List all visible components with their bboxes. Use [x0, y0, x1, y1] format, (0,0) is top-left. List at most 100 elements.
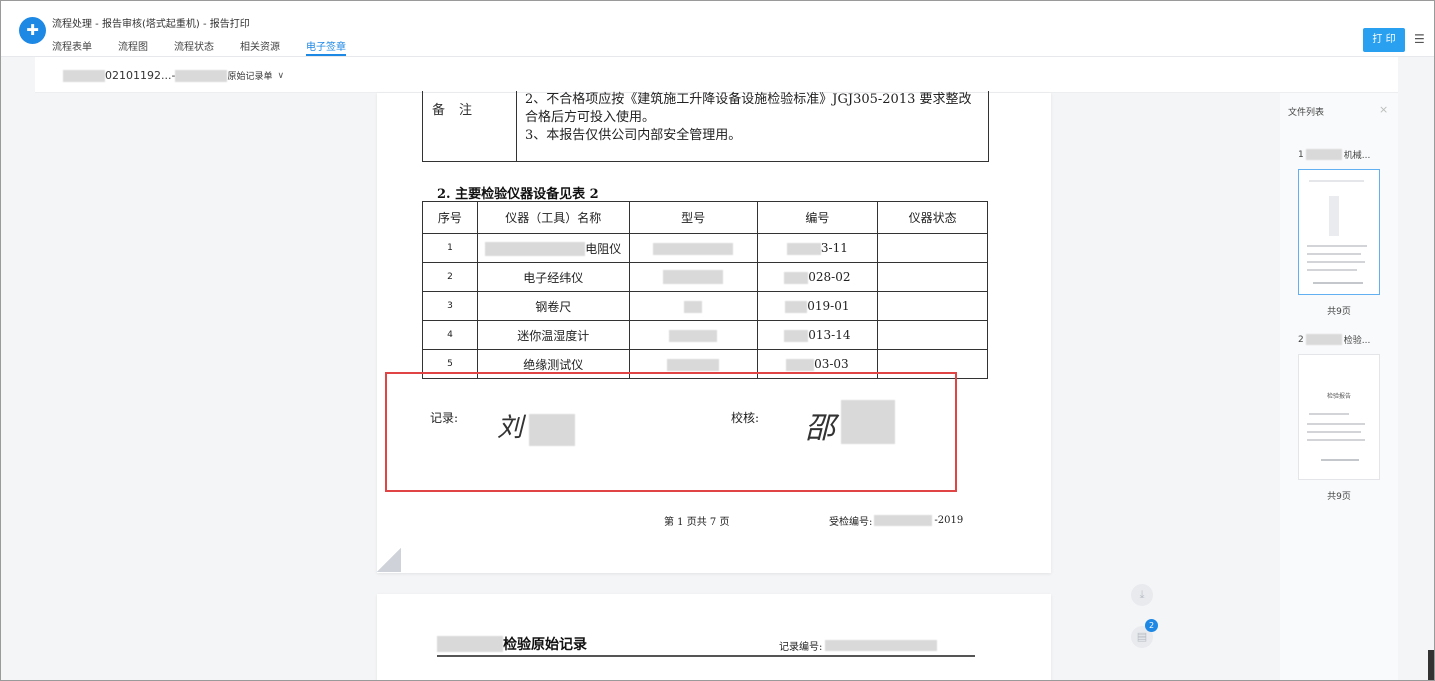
- print-button[interactable]: 打 印: [1363, 28, 1405, 52]
- redacted-text: [669, 329, 718, 342]
- redacted-signature: [841, 400, 895, 444]
- cell-model: [628, 262, 758, 292]
- close-icon[interactable]: ×: [1379, 103, 1388, 116]
- app-header: ✚ 流程处理 - 报告审核(塔式起重机) - 报告打印 流程表单 流程图 流程状…: [0, 0, 1435, 57]
- cell-name: 钢卷尺: [476, 291, 630, 321]
- file-name-prefix: 2: [1298, 334, 1304, 345]
- column-header: 序号: [422, 201, 478, 234]
- redacted-text: [1305, 334, 1342, 345]
- table-row: 3 钢卷尺 019-01: [422, 291, 988, 321]
- column-header: 仪器（工具）名称: [476, 201, 630, 234]
- thumb-line: [1307, 423, 1365, 425]
- redacted-signature: [529, 414, 575, 446]
- thumb-line: [1329, 196, 1339, 236]
- cell-code-text: 019-01: [807, 299, 850, 313]
- thumb-line: [1309, 413, 1349, 415]
- tab-bar: 流程表单 流程图 流程状态 相关资源 电子签章: [52, 38, 372, 56]
- page2-record-label: 记录编号:: [779, 642, 823, 653]
- cell-status: [877, 262, 988, 292]
- list-menu-icon[interactable]: ☰: [1414, 32, 1426, 46]
- document-page-2: 检验原始记录 记录编号:: [377, 594, 1051, 681]
- cell-code-text: 028-02: [808, 270, 851, 284]
- redacted-text: [175, 69, 228, 82]
- page2-header-rule: [437, 655, 975, 657]
- section-title: 2. 主要检验仪器设备见表 2: [437, 187, 599, 202]
- thumb-line: [1307, 269, 1357, 271]
- thumb-line: [1307, 261, 1365, 263]
- file-page-count: 共9页: [1327, 307, 1351, 317]
- cell-name-text: 电阻仪: [585, 241, 622, 256]
- document-selector[interactable]: 02101192... - 原始记录单 ∨: [63, 69, 284, 82]
- table-row: 1 电阻仪 3-11: [422, 233, 988, 263]
- thumb-line: [1307, 245, 1367, 247]
- file-item-name[interactable]: 2 检验...: [1298, 333, 1370, 346]
- file-page-count: 共9页: [1327, 492, 1351, 502]
- file-name-suffix: 检验...: [1343, 336, 1371, 346]
- cell-name: 迷你温湿度计: [476, 320, 630, 350]
- cell-model: [628, 320, 758, 350]
- remarks-line: 3、本报告仅供公司内部安全管理用。: [525, 128, 742, 143]
- download-icon[interactable]: ⤓: [1131, 584, 1153, 606]
- cell-code: 028-02: [756, 262, 879, 292]
- tab-process-status[interactable]: 流程状态: [174, 38, 214, 56]
- redacted-text: [63, 69, 105, 82]
- thumb-line: [1307, 431, 1361, 433]
- cell-status: [877, 233, 988, 263]
- thumb-line: [1307, 439, 1365, 441]
- cell-seq: 1: [422, 233, 478, 263]
- column-header: 型号: [628, 201, 758, 234]
- page2-title: 检验原始记录: [437, 634, 587, 654]
- cell-seq: 2: [422, 262, 478, 292]
- cell-name: 电阻仪: [476, 233, 630, 263]
- thumb-line: [1321, 459, 1359, 461]
- tab-e-signature[interactable]: 电子签章: [306, 38, 346, 56]
- cell-code-text: 013-14: [808, 328, 851, 342]
- redacted-text: [663, 270, 724, 285]
- thumb-line: [1313, 282, 1363, 284]
- cell-name: 电子经纬仪: [476, 262, 630, 292]
- redacted-text: [786, 358, 815, 371]
- cell-model: [628, 291, 758, 321]
- inspection-number: 受检编号: -2019: [829, 513, 963, 528]
- remarks-text: 2、不合格项应按《建筑施工升降设备设施检验标准》JGJ305-2013 要求整改…: [525, 91, 972, 145]
- redacted-text: [1305, 149, 1342, 160]
- file-thumbnail[interactable]: 检验报告: [1298, 354, 1380, 480]
- file-thumbnail[interactable]: [1298, 169, 1380, 295]
- thumb-line: [1309, 180, 1364, 182]
- file-list-title: 文件列表: [1288, 108, 1325, 118]
- checker-signature: 邵: [805, 411, 835, 446]
- tab-process-diagram[interactable]: 流程图: [118, 38, 148, 56]
- tab-related-resources[interactable]: 相关资源: [240, 38, 280, 56]
- inspection-number-suffix: -2019: [934, 515, 964, 526]
- redacted-text: [874, 515, 933, 526]
- app-logo-icon: ✚: [19, 17, 46, 44]
- cell-status: [877, 320, 988, 350]
- inspection-number-label: 受检编号:: [829, 517, 873, 528]
- record-label: 记录:: [430, 411, 459, 425]
- tab-process-form[interactable]: 流程表单: [52, 38, 92, 56]
- column-header: 仪器状态: [877, 201, 988, 234]
- remarks-box: 备注 2、不合格项应按《建筑施工升降设备设施检验标准》JGJ305-2013 要…: [422, 91, 989, 162]
- redacted-text: [667, 358, 720, 371]
- file-list-panel: 文件列表 × 1 机械... 共9页 2 检验... 检验报告 共9页: [1280, 93, 1398, 681]
- table-header-row: 序号 仪器（工具）名称 型号 编号 仪器状态: [422, 201, 988, 234]
- cell-seq: 4: [422, 320, 478, 350]
- remarks-line: 2、不合格项应按《建筑施工升降设备设施检验标准》JGJ305-2013 要求整改: [525, 92, 972, 107]
- cell-code-text: 3-11: [820, 241, 848, 255]
- page2-record-number: 记录编号:: [779, 638, 938, 653]
- scrollbar-thumb[interactable]: [1428, 650, 1434, 680]
- chevron-down-icon[interactable]: ∨: [277, 71, 284, 81]
- cell-code: 013-14: [756, 320, 879, 350]
- cell-status: [877, 291, 988, 321]
- check-label: 校核:: [731, 411, 760, 425]
- file-name-prefix: 1: [1298, 149, 1304, 160]
- file-item-name[interactable]: 1 机械...: [1298, 148, 1370, 161]
- doc-prefix: 02101192...: [105, 69, 172, 82]
- thumb-heading: 检验报告: [1326, 393, 1351, 400]
- redacted-text: [485, 242, 586, 256]
- remarks-label: 备注: [423, 91, 517, 161]
- window-title: 流程处理 - 报告审核(塔式起重机) - 报告打印: [52, 19, 250, 30]
- redacted-text: [825, 640, 938, 651]
- page2-title-text: 检验原始记录: [503, 637, 587, 653]
- table-row: 4 迷你温湿度计 013-14: [422, 320, 988, 350]
